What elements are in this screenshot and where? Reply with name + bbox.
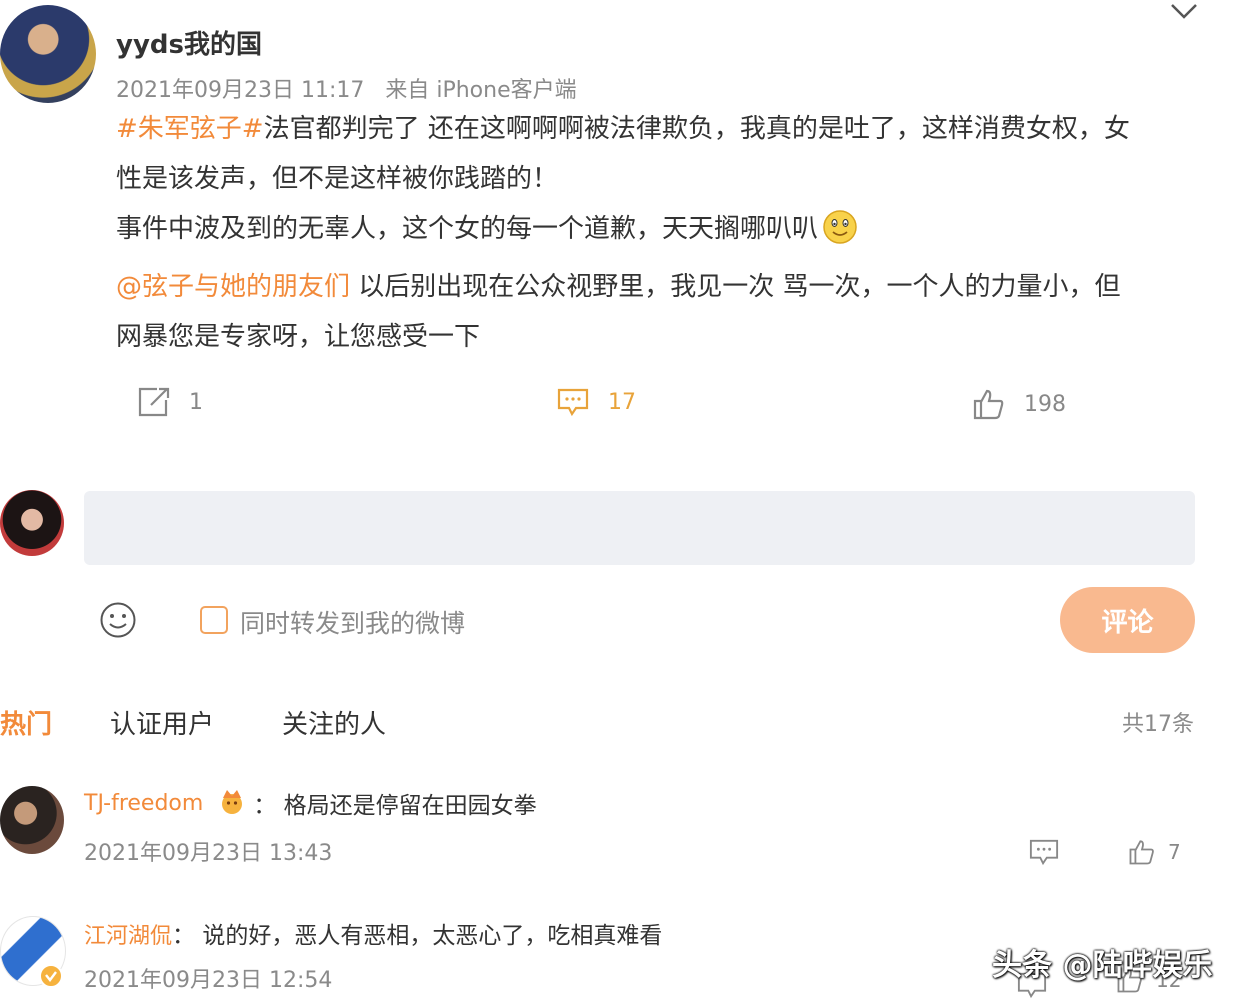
comment-input[interactable] [84, 491, 1195, 565]
post-author-avatar[interactable] [0, 5, 96, 103]
comment-icon [556, 386, 590, 418]
hashtag-link[interactable]: #朱军弦子# [116, 114, 264, 144]
mention-link[interactable]: @弦子与她的朋友们 [116, 272, 350, 302]
chevron-down-icon[interactable] [1170, 2, 1198, 24]
comment-text: ： 说的好，恶人有恶相，太恶心了，吃相真难看 [172, 923, 663, 949]
comment-like-button[interactable]: 7 [1128, 838, 1181, 866]
thumbs-up-icon [1128, 838, 1156, 866]
post-line: #朱军弦子#法官都判完了 还在这啊啊啊被法律欺负，我真的是吐了，这样消费女权，女 [116, 104, 1206, 154]
watermark: 头条 @陆哔娱乐 [992, 948, 1213, 983]
comment-like-count: 7 [1168, 840, 1181, 864]
verified-badge-icon [38, 963, 64, 993]
post-line: 事件中波及到的无辜人，这个女的每一个道歉，天天搁哪叭叭 [116, 204, 1206, 262]
commenter-name[interactable]: 江河湖侃 [84, 924, 172, 949]
comment-text: ： 格局还是停留在田园女拳 [253, 793, 537, 819]
comment-timestamp: 2021年09月23日 13:43 [84, 841, 333, 866]
thumbs-up-icon [972, 388, 1006, 420]
crown-badge-icon [217, 786, 247, 820]
like-count: 198 [1024, 391, 1066, 417]
repost-count: 1 [189, 389, 203, 415]
post-line: 网暴您是专家呀，让您感受一下 [116, 322, 481, 352]
post-author-name[interactable]: yyds我的国 [116, 24, 262, 61]
commenter-avatar[interactable] [0, 786, 64, 854]
emoji-picker-icon[interactable] [99, 601, 137, 643]
tab-verified-users[interactable]: 认证用户 [110, 704, 214, 741]
reply-icon[interactable] [1028, 837, 1060, 871]
post-source: 来自 iPhone客户端 [385, 78, 577, 103]
comment-count: 17 [608, 389, 636, 415]
repost-checkbox-label[interactable]: 同时转发到我的微博 [240, 604, 465, 640]
post-text: 事件中波及到的无辜人，这个女的每一个道歉，天天搁哪叭叭 [116, 214, 819, 244]
smile-emoji-icon [822, 209, 858, 262]
comment-total: 共17条 [1122, 712, 1194, 737]
post-text: 法官都判完了 还在这啊啊啊被法律欺负，我真的是吐了，这样消费女权，女 [263, 114, 1130, 144]
current-user-avatar [0, 490, 64, 556]
post-line: 性是该发声，但不是这样被你践踏的！ [116, 164, 559, 194]
submit-comment-button[interactable]: 评论 [1060, 587, 1195, 653]
repost-button[interactable]: 1 [137, 386, 203, 418]
comment-timestamp: 2021年09月23日 12:54 [84, 968, 333, 993]
comment-line: 江河湖侃： 说的好，恶人有恶相，太恶心了，吃相真难看 [84, 916, 662, 950]
post-meta: 2021年09月23日 11:17 来自 iPhone客户端 [116, 72, 577, 104]
commenter-name[interactable]: TJ-freedom [84, 791, 203, 816]
repost-icon [137, 386, 171, 418]
post-text: 以后别出现在公众视野里，我见一次 骂一次，一个人的力量小，但 [350, 272, 1121, 302]
tab-following[interactable]: 关注的人 [282, 704, 386, 741]
repost-checkbox[interactable] [200, 606, 228, 634]
post-timestamp: 2021年09月23日 11:17 [116, 78, 365, 103]
tab-hot[interactable]: 热门 [0, 704, 52, 741]
post-body: #朱军弦子#法官都判完了 还在这啊啊啊被法律欺负，我真的是吐了，这样消费女权，女… [116, 104, 1206, 362]
post-line: @弦子与她的朋友们 以后别出现在公众视野里，我见一次 骂一次，一个人的力量小，但 [116, 262, 1206, 312]
comment-button[interactable]: 17 [556, 386, 636, 418]
like-button[interactable]: 198 [972, 388, 1066, 420]
comment-line: TJ-freedom ： 格局还是停留在田园女拳 [84, 786, 537, 820]
